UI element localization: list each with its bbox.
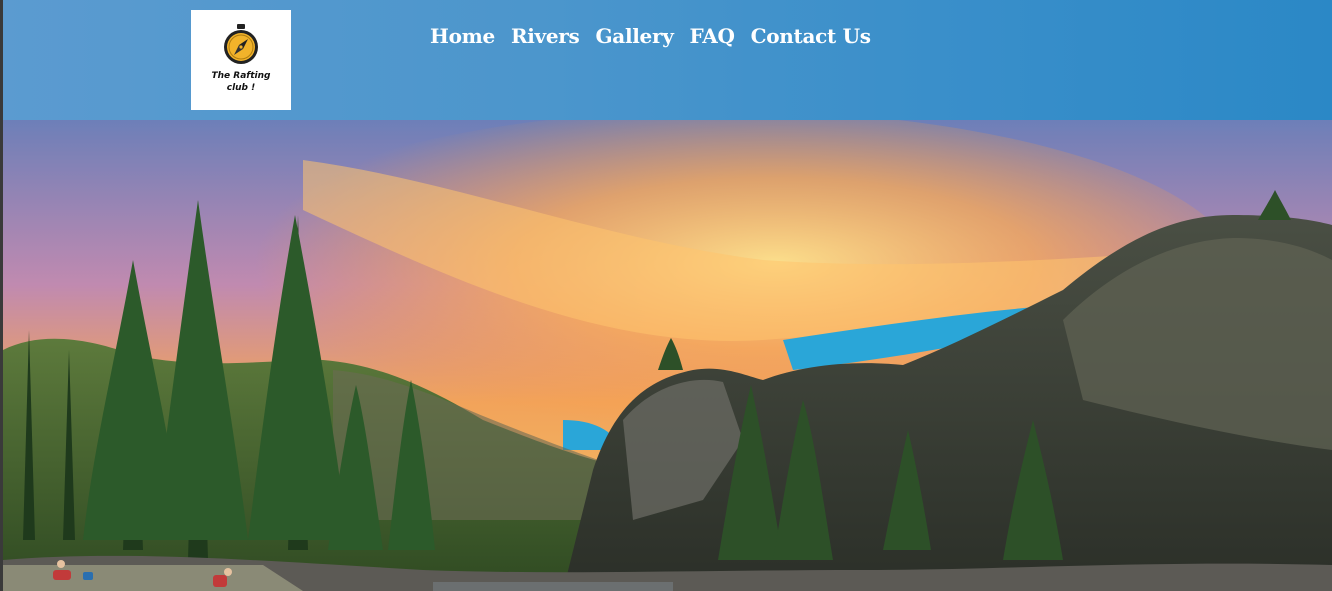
hero-landscape-illustration [3, 120, 1332, 591]
logo-text-line-1: The Rafting [211, 71, 271, 81]
nav-contact-us[interactable]: Contact Us [751, 24, 871, 48]
site-logo[interactable]: The Rafting club ! [191, 10, 291, 110]
main-nav: Home Rivers Gallery FAQ Contact Us [430, 24, 871, 48]
logo-text-line-2: club ! [226, 83, 256, 93]
nav-rivers[interactable]: Rivers [511, 24, 580, 48]
nav-faq[interactable]: FAQ [690, 24, 735, 48]
nav-gallery[interactable]: Gallery [596, 24, 674, 48]
nav-home[interactable]: Home [430, 24, 495, 48]
site-header: The Rafting club ! Home Rivers Gallery F… [3, 0, 1332, 120]
logo-text: The Rafting club ! [191, 70, 291, 94]
compass-icon [224, 24, 258, 64]
hero-image [3, 120, 1332, 591]
